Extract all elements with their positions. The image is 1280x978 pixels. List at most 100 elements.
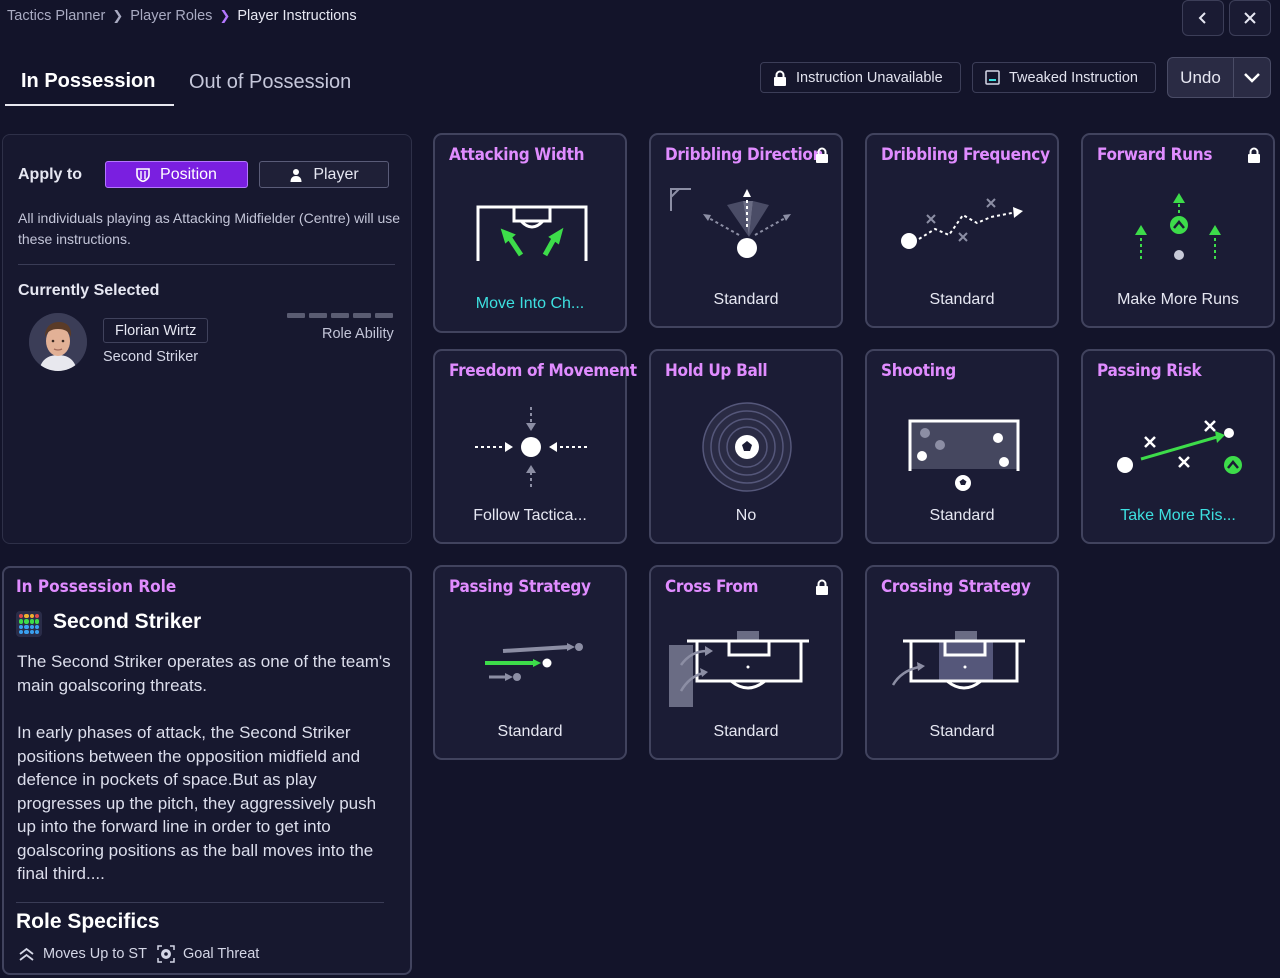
card-value: Standard [929, 723, 995, 740]
instruction-card-passing-risk[interactable]: Passing Risk Take More Ris... [1081, 349, 1275, 544]
player-name-chip[interactable]: Florian Wirtz [103, 318, 209, 343]
instruction-card-dribbling-frequency[interactable]: Dribbling Frequency Standard [865, 133, 1059, 328]
back-button[interactable] [1182, 0, 1224, 36]
legend-label: Instruction Unavailable [796, 69, 943, 86]
apply-to-label: Apply to [18, 166, 82, 183]
cross-from-icon [669, 631, 809, 707]
card-title: Hold Up Ball [665, 361, 768, 381]
card-title: Dribbling Direction [665, 145, 824, 165]
freedom-of-movement-icon [475, 407, 587, 487]
role-description-1: The Second Striker operates as one of th… [17, 652, 391, 695]
close-button[interactable] [1229, 0, 1271, 36]
undo-dropdown[interactable] [1234, 72, 1270, 84]
instruction-card-passing-strategy[interactable]: Passing Strategy Standard [433, 565, 627, 760]
role-ability-rating [287, 313, 393, 318]
divider [18, 264, 395, 265]
breadcrumb-player-instructions: Player Instructions [237, 8, 357, 24]
role-specific-label: Moves Up to ST [43, 946, 147, 962]
lock-icon [816, 147, 828, 163]
role-specific-item: Moves Up to ST [18, 944, 147, 964]
role-specific-item: Goal Threat [157, 944, 259, 964]
lock-icon [774, 70, 786, 86]
instruction-card-dribbling-direction[interactable]: Dribbling Direction Standard [649, 133, 843, 328]
card-title: Shooting [881, 361, 956, 381]
card-value: No [735, 507, 757, 524]
role-specifics-heading: Role Specifics [16, 910, 160, 933]
card-value: Take More Ris... [1120, 507, 1236, 524]
breadcrumb: Tactics Planner ❯ Player Roles ❯ Player … [7, 6, 357, 26]
double-chevron-up-icon [19, 947, 34, 961]
role-ability-label: Role Ability [322, 326, 394, 342]
role-name: Second Striker [53, 610, 202, 633]
undo-button[interactable]: Undo [1167, 57, 1271, 98]
chevron-down-icon [1244, 72, 1260, 83]
breadcrumb-player-roles[interactable]: Player Roles [130, 8, 212, 24]
breadcrumb-tactics-planner[interactable]: Tactics Planner [7, 8, 105, 24]
chevron-left-icon [1198, 12, 1206, 24]
card-value: Standard [497, 723, 563, 740]
card-title: Passing Risk [1097, 361, 1202, 381]
currently-selected-heading: Currently Selected [18, 282, 160, 299]
chevron-right-icon: ❯ [112, 8, 124, 23]
card-value: Follow Tactica... [473, 507, 587, 524]
card-value: Make More Runs [1117, 291, 1239, 308]
card-title: Dribbling Frequency [881, 145, 1050, 165]
card-title: Cross From [665, 577, 759, 597]
role-icon [16, 611, 42, 637]
instruction-card-crossing-strategy[interactable]: Crossing Strategy Standard [865, 565, 1059, 760]
legend-label: Tweaked Instruction [1009, 69, 1138, 86]
dribbling-frequency-icon [901, 198, 1023, 249]
tab-in-possession[interactable]: In Possession [5, 58, 174, 106]
undo-label[interactable]: Undo [1168, 58, 1234, 97]
position-label: Position [160, 165, 217, 183]
forward-runs-icon [1135, 193, 1221, 260]
shooting-icon [908, 419, 1020, 491]
tab-label: Out of Possession [189, 70, 352, 93]
apply-position-button[interactable]: Position [105, 161, 248, 188]
instruction-card-attacking-width[interactable]: Attacking Width Move Into Ch... [433, 133, 627, 333]
instruction-card-freedom-of-movement[interactable]: Freedom of Movement Follow Tactica... [433, 349, 637, 544]
card-value: Standard [929, 507, 995, 524]
instruction-card-cross-from[interactable]: Cross From Standard [649, 565, 843, 760]
card-value: Standard [713, 291, 779, 308]
apply-description: All individuals playing as Attacking Mid… [18, 210, 401, 247]
card-title: Attacking Width [449, 145, 585, 165]
hold-up-ball-icon [702, 402, 792, 492]
legend-instruction-unavailable: Instruction Unavailable [760, 62, 961, 93]
crossing-strategy-icon [891, 631, 1025, 690]
dribbling-direction-icon [670, 188, 791, 258]
passing-risk-icon [1117, 420, 1242, 474]
legend-tweaked-instruction: Tweaked Instruction [972, 62, 1156, 93]
passing-strategy-icon [485, 643, 583, 681]
card-title: Passing Strategy [449, 577, 591, 597]
person-icon [290, 168, 302, 182]
tab-out-of-possession[interactable]: Out of Possession [189, 58, 351, 106]
card-title: Crossing Strategy [881, 577, 1031, 597]
instruction-card-hold-up-ball[interactable]: Hold Up Ball No [649, 349, 843, 544]
role-description-2: In early phases of attack, the Second St… [17, 723, 377, 883]
ball-target-icon [157, 945, 175, 963]
lock-icon [816, 579, 828, 595]
close-icon [1244, 12, 1256, 24]
role-specific-label: Goal Threat [183, 946, 260, 962]
shield-icon [136, 167, 150, 182]
card-title: Forward Runs [1097, 145, 1213, 165]
player-avatar [29, 313, 87, 371]
instruction-card-shooting[interactable]: Shooting Standard [865, 349, 1059, 544]
lock-icon [1248, 147, 1260, 163]
card-title: Freedom of Movement [449, 361, 637, 381]
player-role: Second Striker [103, 349, 199, 365]
instruction-card-forward-runs[interactable]: Forward Runs Make More Runs [1081, 133, 1275, 328]
divider [16, 902, 384, 903]
apply-player-button[interactable]: Player [259, 161, 389, 188]
in-possession-role-heading: In Possession Role [16, 577, 177, 597]
chevron-right-icon: ❯ [219, 8, 231, 23]
player-label: Player [313, 165, 359, 183]
tab-label: In Possession [21, 69, 156, 92]
tweaked-icon [985, 70, 1000, 85]
card-value: Move Into Ch... [475, 295, 585, 312]
player-face-image [29, 313, 87, 371]
attacking-width-icon [476, 205, 588, 261]
card-value: Standard [713, 723, 779, 740]
card-value: Standard [929, 291, 995, 308]
